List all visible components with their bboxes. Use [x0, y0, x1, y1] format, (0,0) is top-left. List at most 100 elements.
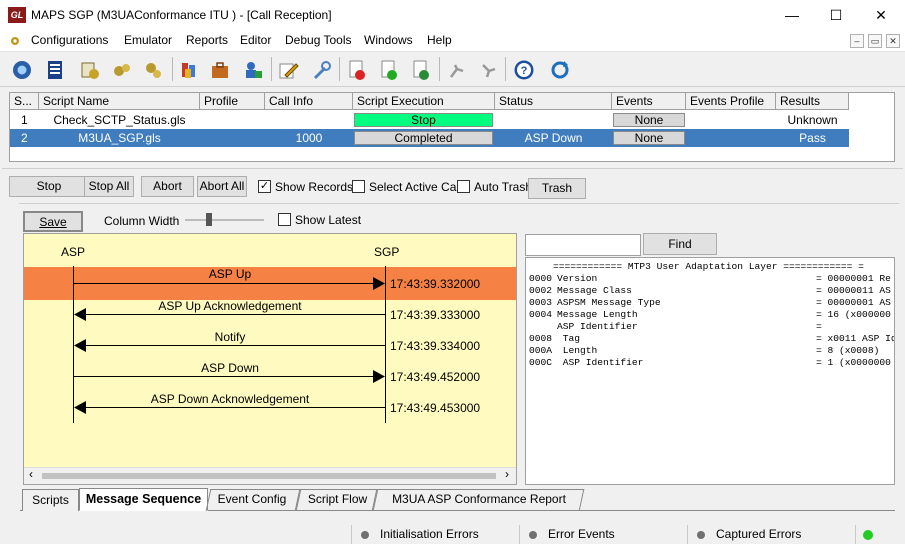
divider: [19, 203, 899, 204]
col-header-events[interactable]: Events: [612, 93, 686, 110]
refresh-icon[interactable]: [547, 56, 573, 83]
decode-value: = 00000001 AS: [816, 297, 891, 308]
user-lock-icon[interactable]: [240, 56, 266, 83]
message-time: 17:43:49.453000: [390, 401, 481, 415]
row-call-info: 1000: [295, 131, 323, 145]
decode-offset: 000C: [529, 357, 553, 368]
menu-debug-tools[interactable]: Debug Tools: [285, 33, 352, 47]
decode-value: =: [816, 321, 822, 332]
briefcase-icon[interactable]: [207, 56, 233, 83]
trash-button[interactable]: Trash: [528, 178, 586, 199]
row-script-name[interactable]: Check_SCTP_Status.gls: [39, 111, 200, 129]
show-records-checkbox[interactable]: ✓: [258, 180, 271, 193]
decode-title: ============ MTP3 User Adaptation Layer …: [553, 261, 864, 272]
menu-configurations[interactable]: Configurations: [31, 33, 108, 47]
menu-emulator[interactable]: Emulator: [124, 33, 172, 47]
decode-field: ASP Identifier: [557, 357, 644, 368]
green-page-icon[interactable]: [376, 56, 402, 83]
database-icon[interactable]: [176, 56, 202, 83]
tab-scripts[interactable]: Scripts: [22, 489, 79, 511]
splitter[interactable]: [2, 168, 903, 171]
gears-icon[interactable]: [109, 56, 135, 83]
events-none-button[interactable]: None: [613, 113, 685, 127]
column-width-slider[interactable]: [185, 219, 264, 221]
window-title: MAPS SGP (M3UAConformance ITU ) - [Call …: [31, 8, 332, 22]
decode-offset: 0004: [529, 309, 553, 320]
stop-script-button[interactable]: Stop: [354, 113, 493, 127]
col-header-call-info[interactable]: Call Info: [265, 93, 353, 110]
notebook-icon[interactable]: [42, 56, 68, 83]
col-header-script-execution[interactable]: Script Execution: [353, 93, 495, 110]
minimize-button[interactable]: —: [769, 0, 815, 30]
slider-thumb[interactable]: [206, 213, 212, 226]
message-label[interactable]: Notify: [74, 330, 386, 344]
connect-icon[interactable]: [443, 56, 469, 83]
save-button[interactable]: Save: [23, 211, 83, 232]
decode-value: = x0011 ASP Id: [816, 333, 895, 344]
message-label[interactable]: ASP Down: [74, 361, 386, 375]
col-header-profile[interactable]: Profile: [200, 93, 265, 110]
find-input[interactable]: [525, 234, 641, 256]
message-label[interactable]: ASP Up Acknowledgement: [74, 299, 386, 313]
start-icon[interactable]: [9, 56, 35, 83]
completed-button[interactable]: Completed: [354, 131, 493, 145]
arrow-line: [74, 283, 374, 284]
red-page-icon[interactable]: [344, 56, 370, 83]
stop-all-button[interactable]: Stop All: [84, 176, 134, 197]
status-initialisation-errors[interactable]: Initialisation Errors: [351, 525, 514, 544]
status-dot-icon: [697, 531, 705, 539]
find-button[interactable]: Find: [643, 233, 717, 255]
status-captured-errors[interactable]: Captured Errors: [687, 525, 850, 544]
toolbar-separator: [271, 57, 272, 81]
gears-alt-icon[interactable]: [140, 56, 166, 83]
close-button[interactable]: ✕: [858, 0, 904, 30]
col-header-number[interactable]: S...: [10, 93, 39, 110]
scroll-left-icon[interactable]: ‹: [29, 467, 33, 481]
status-error-events[interactable]: Error Events: [519, 525, 683, 544]
auto-trash-checkbox[interactable]: [457, 180, 470, 193]
mdi-minimize-button[interactable]: –: [850, 34, 864, 48]
menu-windows[interactable]: Windows: [364, 33, 413, 47]
abort-all-button[interactable]: Abort All: [197, 176, 247, 197]
message-label[interactable]: ASP Up: [74, 267, 386, 281]
tab-message-sequence[interactable]: Message Sequence: [79, 488, 208, 511]
decode-offset: 0008: [529, 333, 553, 344]
row-script-name[interactable]: M3UA_SGP.gls: [39, 129, 200, 147]
row-status: ASP Down: [524, 131, 583, 145]
show-latest-checkbox[interactable]: [278, 213, 291, 226]
stop-button[interactable]: Stop: [9, 176, 89, 197]
mdi-restore-button[interactable]: ▭: [868, 34, 882, 48]
message-time: 17:43:49.452000: [390, 370, 481, 384]
message-label[interactable]: ASP Down Acknowledgement: [74, 392, 386, 406]
abort-button[interactable]: Abort: [141, 176, 194, 197]
decode-value: = 00000001 Re: [816, 273, 891, 284]
menu-editor[interactable]: Editor: [240, 33, 271, 47]
decode-value: = 1 (x0000000: [816, 357, 891, 368]
col-header-results[interactable]: Results: [776, 93, 849, 110]
pane-splitter[interactable]: [520, 233, 524, 485]
col-header-script-name[interactable]: Script Name: [39, 93, 200, 110]
pen-edit-icon[interactable]: [275, 56, 301, 83]
decode-value: = 00000011 AS: [816, 285, 891, 296]
col-header-events-profile[interactable]: Events Profile: [686, 93, 776, 110]
menu-reports[interactable]: Reports: [186, 33, 228, 47]
help-icon[interactable]: ?: [511, 56, 537, 83]
decode-offset: 0003: [529, 297, 553, 308]
wrench-tool-icon[interactable]: [308, 56, 334, 83]
page-p-icon[interactable]: [408, 56, 434, 83]
app-logo: GL: [8, 7, 26, 23]
scrollbar-thumb[interactable]: [42, 473, 496, 479]
menu-help[interactable]: Help: [427, 33, 452, 47]
select-active-call-checkbox[interactable]: [352, 180, 365, 193]
tab-m3ua-report-label: M3UA ASP Conformance Report: [392, 492, 566, 506]
arrow-right-icon: [373, 277, 385, 290]
col-header-status[interactable]: Status: [495, 93, 612, 110]
scroll-right-icon[interactable]: ›: [505, 467, 509, 481]
show-records-label: Show Records: [275, 180, 354, 194]
mdi-close-button[interactable]: ✕: [886, 34, 900, 48]
maximize-button[interactable]: ☐: [813, 0, 859, 30]
script-settings-icon[interactable]: [77, 56, 103, 83]
decode-value: = 8 (x0008): [816, 345, 880, 356]
disconnect-icon[interactable]: [475, 56, 501, 83]
events-none-button[interactable]: None: [613, 131, 685, 145]
